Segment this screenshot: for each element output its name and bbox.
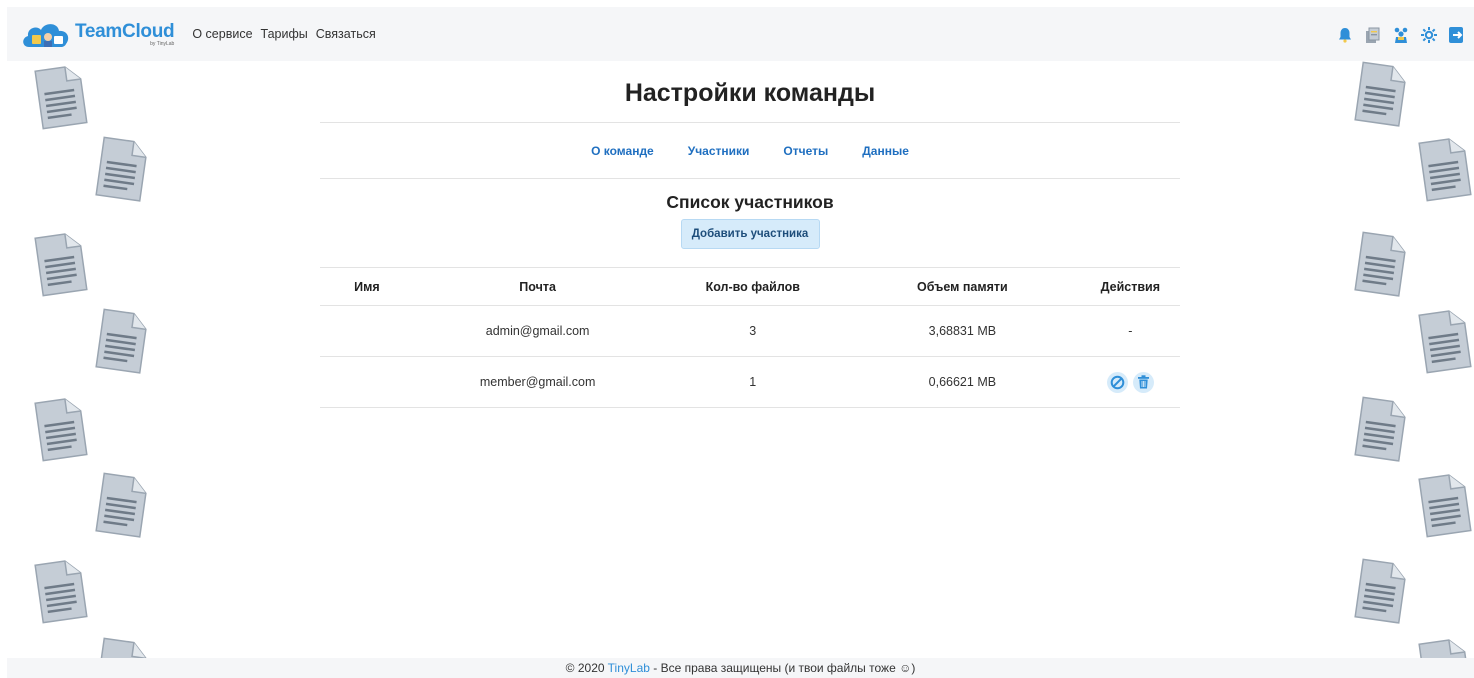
members-table: Имя Почта Кол-во файлов Объем памяти Дей… (320, 267, 1180, 408)
gear-icon[interactable] (1418, 24, 1440, 46)
footer-text: - Все права защищены (и твои файлы тоже … (653, 661, 916, 675)
tab-data[interactable]: Данные (862, 144, 909, 158)
app-frame: TeamCloud by TinyLab О сервисе Тарифы Св… (7, 7, 1474, 678)
document-icon (1354, 61, 1406, 127)
footer: © 2020 TinyLab - Все права защищены (и т… (7, 658, 1474, 678)
nav-link-pricing[interactable]: Тарифы (261, 27, 308, 41)
cell-name (320, 356, 414, 408)
top-navbar: TeamCloud by TinyLab О сервисе Тарифы Св… (7, 7, 1474, 61)
footer-copyright: © 2020 (565, 661, 605, 675)
section-title: Список участников (666, 192, 834, 212)
tab-about-team[interactable]: О команде (591, 144, 654, 158)
bell-icon[interactable] (1334, 24, 1356, 46)
nav-icon-group (1328, 24, 1468, 46)
trash-icon[interactable] (1133, 371, 1155, 393)
cloud-logo-icon (23, 24, 69, 47)
tab-reports[interactable]: Отчеты (783, 144, 828, 158)
column-header-files: Кол-во файлов (661, 267, 845, 306)
table-row: member@gmail.com 1 0,66621 MB (320, 356, 1180, 408)
table-header-row: Имя Почта Кол-во файлов Объем памяти Дей… (320, 267, 1180, 306)
brand-subtitle: by TinyLab (150, 40, 175, 47)
logout-icon[interactable] (1446, 24, 1468, 46)
cell-actions (1080, 356, 1180, 408)
document-icon (34, 66, 88, 130)
cell-email: admin@gmail.com (413, 305, 662, 357)
tab-members[interactable]: Участники (688, 144, 750, 158)
nav-link-contact[interactable]: Связаться (316, 27, 376, 41)
settings-tabs: О команде Участники Отчеты Данные (320, 123, 1180, 179)
column-header-memory: Объем памяти (844, 267, 1081, 306)
block-icon[interactable] (1106, 371, 1128, 393)
team-icon[interactable] (1390, 24, 1412, 46)
column-header-actions: Действия (1080, 267, 1180, 306)
page-title: Настройки команды (320, 61, 1180, 123)
table-row: admin@gmail.com 3 3,68831 MB - (320, 305, 1180, 357)
document-icon (95, 472, 147, 538)
brand-logo[interactable]: TeamCloud by TinyLab (21, 20, 175, 48)
cell-memory: 3,68831 MB (844, 305, 1081, 357)
add-member-button[interactable]: Добавить участника (680, 219, 820, 249)
document-icon (1418, 310, 1472, 374)
document-icon (34, 560, 88, 624)
column-header-name: Имя (320, 267, 414, 306)
document-icon (1418, 474, 1472, 538)
document-icon (95, 308, 147, 374)
cell-memory: 0,66621 MB (844, 356, 1081, 408)
document-icon (1354, 231, 1406, 297)
document-icon (1354, 396, 1406, 462)
document-icon (34, 398, 88, 462)
document-icon (95, 136, 147, 202)
document-icon (34, 233, 88, 297)
cell-actions: - (1080, 305, 1180, 357)
document-icon (1418, 138, 1472, 202)
document-icon (1354, 558, 1406, 624)
footer-link-tinylab[interactable]: TinyLab (608, 661, 650, 675)
cell-email: member@gmail.com (413, 356, 662, 408)
column-header-email: Почта (413, 267, 662, 306)
nav-link-about[interactable]: О сервисе (192, 27, 252, 41)
cell-name (320, 305, 414, 357)
files-icon[interactable] (1362, 24, 1384, 46)
brand-title: TeamCloud (75, 20, 175, 42)
cell-files: 1 (661, 356, 845, 408)
main-content: Настройки команды О команде Участники От… (320, 61, 1180, 408)
cell-files: 3 (661, 305, 845, 357)
